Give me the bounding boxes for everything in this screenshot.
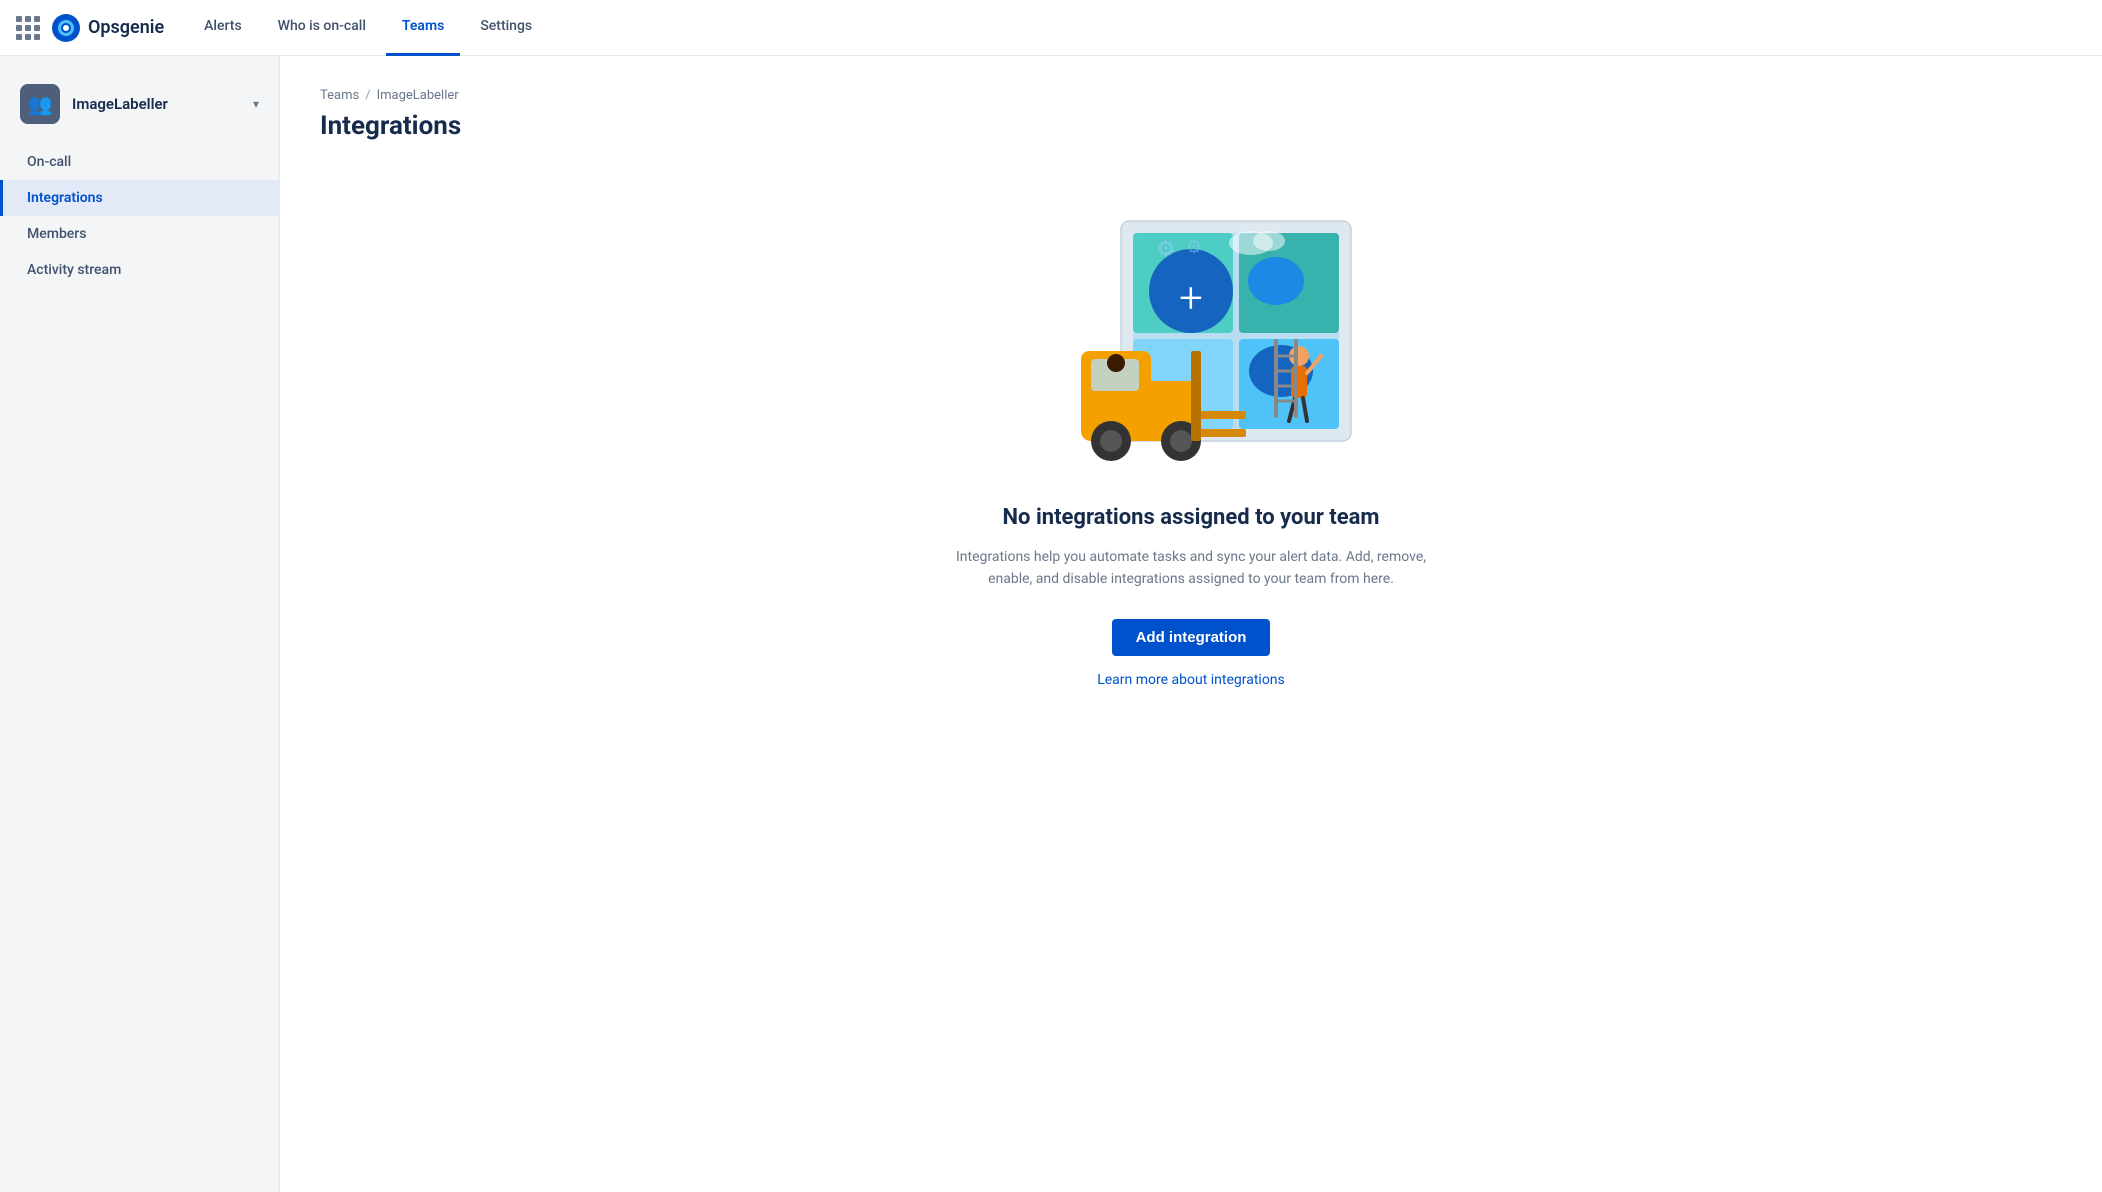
svg-text:⚙: ⚙ bbox=[1186, 237, 1202, 258]
team-avatar: 👥 bbox=[20, 84, 60, 124]
sidebar-nav: On-call Integrations Members Activity st… bbox=[0, 144, 279, 288]
nav-teams[interactable]: Teams bbox=[386, 0, 460, 56]
empty-state-title: No integrations assigned to your team bbox=[1003, 505, 1380, 530]
integrations-illustration: + bbox=[1021, 201, 1361, 481]
sidebar-item-on-call[interactable]: On-call bbox=[0, 144, 279, 180]
empty-state: + bbox=[891, 181, 1491, 708]
empty-state-description: Integrations help you automate tasks and… bbox=[951, 546, 1431, 591]
learn-more-link[interactable]: Learn more about integrations bbox=[1097, 672, 1285, 688]
add-integration-button[interactable]: Add integration bbox=[1112, 619, 1271, 656]
sidebar-item-members[interactable]: Members bbox=[0, 216, 279, 252]
sidebar: 👥 ImageLabeller ▾ On-call Integrations M… bbox=[0, 56, 280, 1192]
main-content: Teams / ImageLabeller Integrations bbox=[280, 56, 2102, 1192]
sidebar-item-activity-stream[interactable]: Activity stream bbox=[0, 252, 279, 288]
nav-links: Alerts Who is on-call Teams Settings bbox=[188, 0, 548, 55]
app-name: Opsgenie bbox=[88, 17, 164, 38]
breadcrumb-separator: / bbox=[365, 88, 370, 103]
chevron-down-icon: ▾ bbox=[253, 97, 259, 111]
grid-menu-icon[interactable] bbox=[16, 16, 40, 40]
svg-text:⚙: ⚙ bbox=[1156, 237, 1176, 262]
team-name: ImageLabeller bbox=[72, 95, 253, 113]
breadcrumb-teams[interactable]: Teams bbox=[320, 88, 359, 103]
opsgenie-logo-icon bbox=[52, 14, 80, 42]
team-header[interactable]: 👥 ImageLabeller ▾ bbox=[0, 72, 279, 136]
nav-alerts[interactable]: Alerts bbox=[188, 0, 258, 56]
team-avatar-icon: 👥 bbox=[28, 92, 53, 116]
breadcrumb-current: ImageLabeller bbox=[377, 88, 459, 103]
svg-text:+: + bbox=[1179, 274, 1203, 323]
breadcrumb: Teams / ImageLabeller bbox=[320, 88, 2062, 103]
top-nav: Opsgenie Alerts Who is on-call Teams Set… bbox=[0, 0, 2102, 56]
page-title: Integrations bbox=[320, 111, 2062, 141]
nav-settings[interactable]: Settings bbox=[464, 0, 548, 56]
nav-who-is-on-call[interactable]: Who is on-call bbox=[262, 0, 382, 56]
layout: 👥 ImageLabeller ▾ On-call Integrations M… bbox=[0, 56, 2102, 1192]
sidebar-item-integrations[interactable]: Integrations bbox=[0, 180, 279, 216]
logo[interactable]: Opsgenie bbox=[52, 14, 164, 42]
